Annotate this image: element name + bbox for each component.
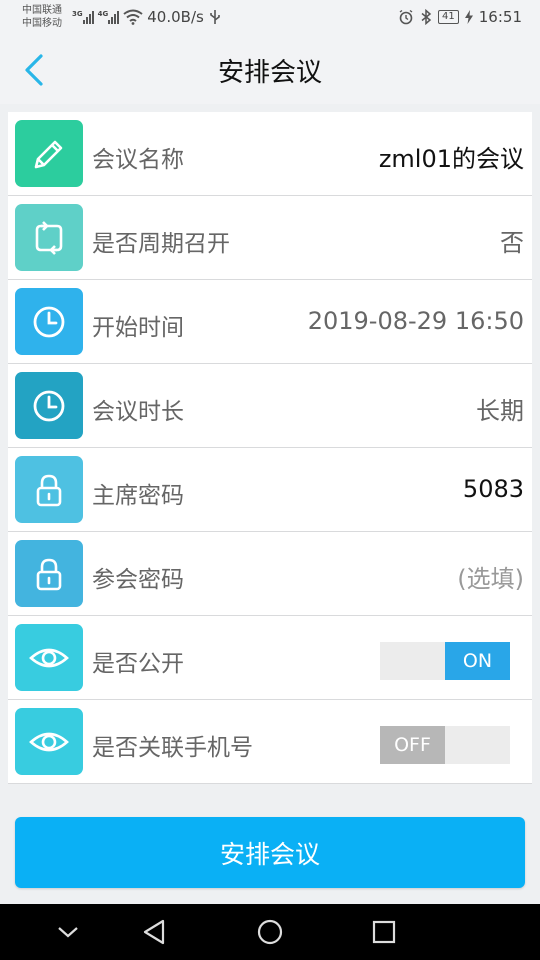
attendee-password-label: 参会密码	[92, 567, 184, 593]
triangle-back-icon	[143, 919, 165, 945]
row-host-password[interactable]: 主席密码 5083	[8, 448, 532, 532]
repeat-icon	[35, 220, 63, 255]
row-duration[interactable]: 会议时长 长期	[8, 364, 532, 448]
public-toggle-state: ON	[445, 642, 510, 680]
network-info: 3G 4G 40.0B/s	[72, 8, 222, 26]
lock-icon	[36, 558, 62, 590]
start-time-tile	[15, 288, 83, 355]
meeting-name-label: 会议名称	[92, 147, 184, 173]
row-meeting-name[interactable]: 会议名称 zml01的会议	[8, 112, 532, 196]
attendee-password-tile	[15, 540, 83, 607]
row-recurring[interactable]: 是否周期召开 否	[8, 196, 532, 280]
link-phone-toggle[interactable]: OFF	[380, 726, 510, 764]
public-toggle[interactable]: ON	[380, 642, 510, 680]
lock-icon	[36, 474, 62, 506]
net-type-1: 3G	[72, 10, 83, 18]
meeting-name-tile	[15, 120, 83, 187]
schedule-meeting-button[interactable]: 安排会议	[15, 817, 525, 888]
status-right: 41 16:51	[398, 8, 522, 26]
clock-icon	[33, 306, 65, 337]
wifi-icon	[123, 9, 143, 25]
host-password-tile	[15, 456, 83, 523]
nav-hide-button[interactable]	[52, 916, 84, 948]
alarm-icon	[399, 9, 413, 25]
carrier-1: 中国联通	[22, 5, 62, 16]
meeting-name-value[interactable]: zml01的会议	[379, 139, 524, 174]
nav-recents-button[interactable]	[368, 916, 400, 948]
row-start-time[interactable]: 开始时间 2019-08-29 16:50	[8, 280, 532, 364]
public-label: 是否公开	[92, 651, 184, 677]
eye-icon	[29, 648, 69, 667]
net-type-2: 4G	[97, 10, 109, 18]
network-speed: 40.0B/s	[147, 8, 204, 26]
link-phone-tile	[15, 708, 83, 775]
page-title: 安排会议	[217, 58, 322, 88]
charging-icon	[464, 10, 473, 24]
bluetooth-icon	[421, 9, 432, 25]
battery-level: 41	[438, 10, 459, 24]
recurring-tile	[15, 204, 83, 271]
carrier-2: 中国移动	[22, 18, 62, 29]
eye-icon	[29, 732, 69, 751]
carrier-names: 中国联通 中国移动	[22, 4, 62, 30]
duration-label: 会议时长	[92, 399, 184, 425]
nav-back-button[interactable]	[138, 916, 170, 948]
meeting-form: 会议名称 zml01的会议 是否周期召开 否 开始时间 2019-08-29 1…	[8, 112, 532, 784]
app-header: 安排会议	[0, 36, 540, 104]
system-nav-bar	[0, 904, 540, 960]
row-public: 是否公开 ON	[8, 616, 532, 700]
start-time-value[interactable]: 2019-08-29 16:50	[308, 307, 524, 335]
host-password-value[interactable]: 5083	[463, 475, 524, 503]
link-phone-toggle-state: OFF	[380, 726, 445, 764]
duration-value[interactable]: 长期	[476, 391, 524, 426]
nav-home-button[interactable]	[254, 916, 286, 948]
start-time-label: 开始时间	[92, 315, 184, 341]
row-link-phone: 是否关联手机号 OFF	[8, 700, 532, 784]
attendee-password-input[interactable]: (选填)	[457, 559, 524, 594]
chevron-down-icon	[58, 927, 78, 938]
host-password-label: 主席密码	[92, 483, 184, 509]
duration-tile	[15, 372, 83, 439]
recurring-label: 是否周期召开	[92, 231, 230, 257]
square-recents-icon	[372, 920, 396, 944]
clock-icon	[33, 390, 65, 421]
link-phone-label: 是否关联手机号	[92, 735, 253, 761]
recurring-value[interactable]: 否	[500, 223, 524, 258]
pencil-icon	[34, 140, 63, 168]
usb-icon	[210, 10, 220, 24]
signal-2-icon: 4G	[98, 10, 120, 24]
signal-1-icon: 3G	[72, 10, 94, 24]
clock-time: 16:51	[478, 8, 522, 26]
public-tile	[15, 624, 83, 691]
status-bar: 中国联通 中国移动 3G 4G 40.0B/s 41 16:51	[0, 0, 540, 36]
circle-home-icon	[257, 919, 283, 945]
row-attendee-password[interactable]: 参会密码 (选填)	[8, 532, 532, 616]
